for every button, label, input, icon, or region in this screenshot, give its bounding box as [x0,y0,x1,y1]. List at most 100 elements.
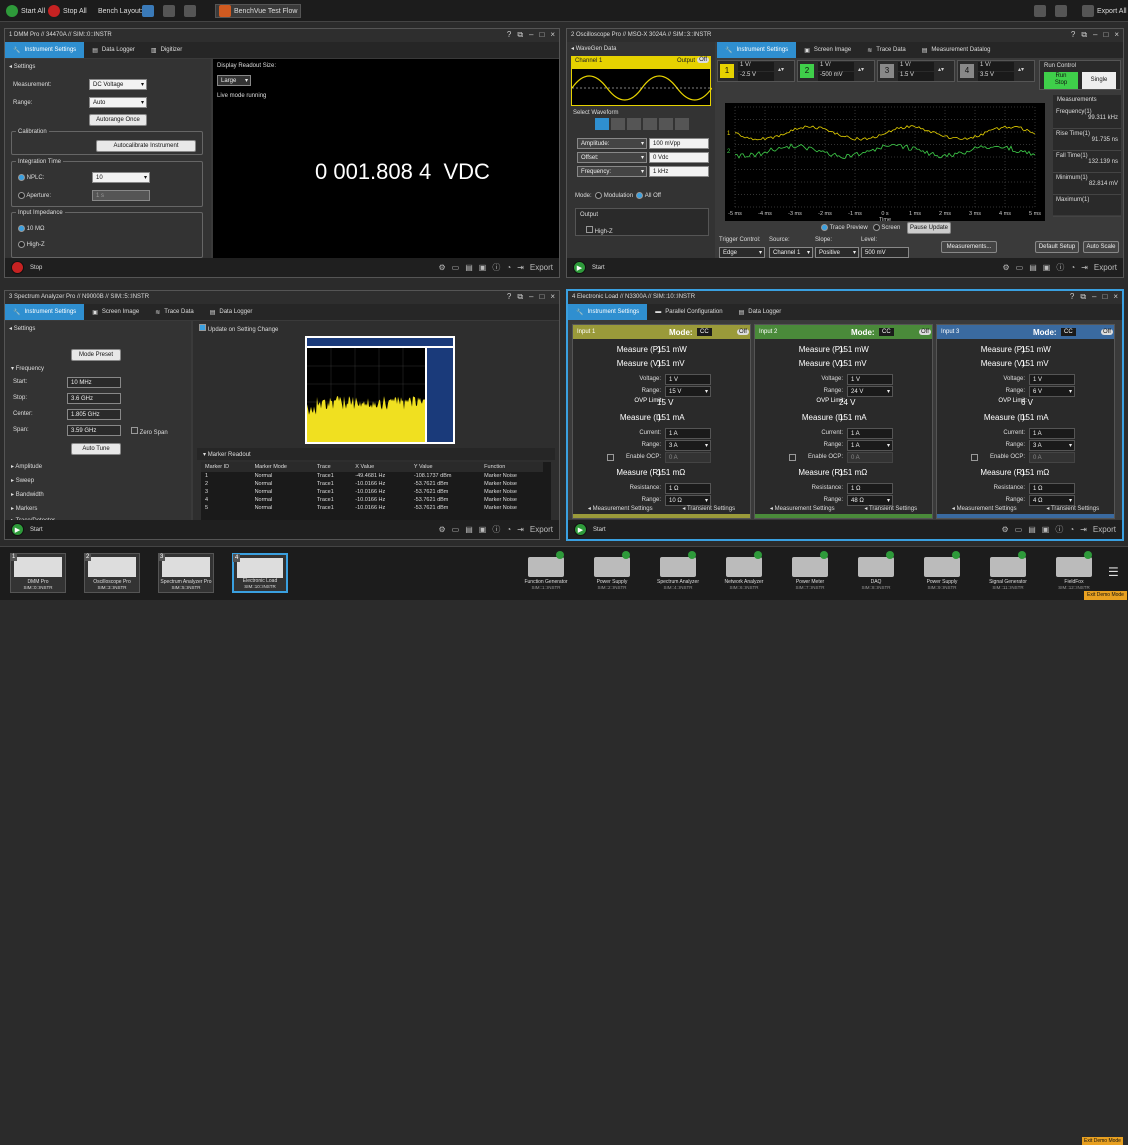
auto-scale-button[interactable]: Auto Scale [1083,241,1119,253]
noise-wave-icon[interactable] [675,118,689,130]
pause-update-button[interactable]: Pause Update [907,222,951,234]
maximize-icon[interactable]: □ [539,292,544,302]
sine-wave-icon[interactable] [595,118,609,130]
display-icon[interactable]: ▭ [1016,263,1024,272]
aperture-input[interactable]: 1 s [92,190,150,201]
settings-header[interactable]: ◂ Settings [9,63,35,70]
export-icon[interactable]: ⇥ [1080,525,1087,534]
channel-number[interactable]: 3 [880,64,894,78]
trace-preview-radio[interactable] [821,224,828,231]
folder-icon[interactable]: ▤ [1029,263,1037,272]
default-setup-button[interactable]: Default Setup [1035,241,1079,253]
export-icon[interactable]: ⇥ [517,525,524,534]
ocp-checkbox[interactable] [607,454,614,461]
table-row[interactable]: 2 Normal Trace1 -10.0166 Hz -53.7621 dBm Mark… [201,480,543,488]
bench-thumbnail[interactable]: 1 DMM Pro SIM::0::INSTR [10,553,66,593]
range-select[interactable]: Auto [89,97,147,108]
save-icon[interactable]: ▣ [1043,263,1051,272]
history-icon[interactable]: ◔ [1070,263,1075,272]
span-input[interactable]: 3.59 GHz [67,425,121,436]
tab-trace-data[interactable]: ≋ Trace Data [147,304,202,320]
mode-select[interactable]: CC [697,328,712,336]
tab-measurement-datalog[interactable]: ▤ Measurement Datalog [914,42,999,58]
current-range-input[interactable]: 3 A [1029,440,1075,451]
exit-demo-mode-button[interactable]: Exit Demo Mode [1084,591,1127,600]
close-icon[interactable]: × [550,292,555,302]
resistance-set-input[interactable]: 1 Ω [665,483,711,494]
start-button[interactable]: ▶ [574,523,587,536]
modulation-radio[interactable] [595,192,602,199]
layout-split-icon[interactable] [163,5,175,17]
bench-thumbnail[interactable]: 2 Oscilloscope Pro SIM::3::INSTR [84,553,140,593]
display-icon[interactable]: ▭ [1015,525,1023,534]
table-row[interactable]: 1 Normal Trace1 -49.4681 Hz -108.1737 dBm Mar… [201,472,543,480]
popout-icon[interactable]: ⧉ [1080,292,1086,302]
start-button[interactable]: ▶ [573,261,586,274]
instrument-item[interactable]: Spectrum Analyzer SIM::4::INSTR [650,551,706,597]
center-freq-input[interactable]: 1.805 GHz [67,409,121,420]
maximize-icon[interactable]: □ [1103,30,1108,40]
start-freq-input[interactable]: 10 MHz [67,377,121,388]
marker-readout-header[interactable]: ▾ Marker Readout [197,448,555,460]
stop-button[interactable] [11,261,24,274]
amplitude-section[interactable]: ▸ Amplitude [11,463,42,470]
channel-number[interactable]: 4 [960,64,974,78]
save-icon[interactable]: ▣ [479,525,487,534]
close-icon[interactable]: × [1113,292,1118,302]
frequency-select[interactable]: Frequency: [577,166,647,177]
channel-number[interactable]: 2 [800,64,814,78]
instrument-item[interactable]: DAQ SIM::8::INSTR [848,551,904,597]
amplitude-input[interactable]: 100 mVpp [649,138,709,149]
marker-column-header[interactable]: Marker ID [201,462,251,472]
frequency-section[interactable]: ▾ Frequency [11,365,44,372]
test-flow-button[interactable]: BenchVue Test Flow [215,4,301,18]
channel-2-control[interactable]: 21 V/-500 mV ▴▾ [797,60,875,82]
offset-input[interactable]: 0 Vdc [649,152,709,163]
run-stop-button[interactable]: Run Stop [1044,72,1078,89]
minimize-icon[interactable]: – [1093,30,1097,40]
aperture-radio[interactable] [18,192,25,199]
resistance-set-input[interactable]: 1 Ω [1029,483,1075,494]
folder-icon[interactable]: ▤ [465,525,473,534]
instrument-item[interactable]: Power Supply SIM::2::INSTR [584,551,640,597]
settings-header[interactable]: ◂ Settings [9,325,35,332]
help-icon[interactable]: ? [1070,292,1074,302]
gear-icon[interactable]: ⚙ [438,263,445,272]
close-icon[interactable]: × [550,30,555,40]
square-wave-icon[interactable] [611,118,625,130]
ocp-checkbox[interactable] [789,454,796,461]
update-option[interactable]: Update on Setting Change [199,324,278,333]
marker-column-header[interactable]: Y Value [410,462,480,472]
maximize-icon[interactable]: □ [539,30,544,40]
screen-radio[interactable] [873,224,880,231]
ocp-input[interactable]: 0 A [665,452,711,463]
info-icon[interactable]: ⓘ [492,524,500,535]
transient-settings-link[interactable]: ◂ Transient Settings [1046,505,1099,512]
offset-select[interactable]: Offset: [577,152,647,163]
channel-arrows-icon[interactable]: ▴▾ [1018,66,1024,73]
start-button[interactable]: ▶ [11,523,24,536]
channel-scale[interactable]: 1 V/ [738,62,774,71]
help-icon[interactable]: ? [507,292,511,302]
nplc-select[interactable]: 10 [92,172,150,183]
mode-select[interactable]: CC [879,328,894,336]
current-set-input[interactable]: 1 A [847,428,893,439]
ramp-wave-icon[interactable] [627,118,641,130]
transient-settings-link[interactable]: ◂ Transient Settings [682,505,735,512]
current-range-input[interactable]: 1 A [847,440,893,451]
maximize-icon[interactable]: □ [1102,292,1107,302]
current-set-input[interactable]: 1 A [665,428,711,439]
export-button[interactable]: Export [530,263,553,272]
folder-icon[interactable] [1055,5,1067,17]
save-icon[interactable]: ▣ [1042,525,1050,534]
tab-instrument-settings[interactable]: 🔧 Instrument Settings [5,42,84,58]
instrument-item[interactable]: Power Supply SIM::9::INSTR [914,551,970,597]
zero-span-option[interactable]: Zero Span [131,427,168,436]
measurement-settings-link[interactable]: ◂ Measurement Settings [952,505,1017,512]
voltage-set-input[interactable]: 1 V [665,374,711,385]
help-icon[interactable]: ? [507,30,511,40]
instrument-item[interactable]: Signal Generator SIM::11::INSTR [980,551,1036,597]
voltage-set-input[interactable]: 1 V [1029,374,1075,385]
voltage-range-input[interactable]: 15 V [665,386,711,397]
display-size-select[interactable]: Large [217,75,251,86]
